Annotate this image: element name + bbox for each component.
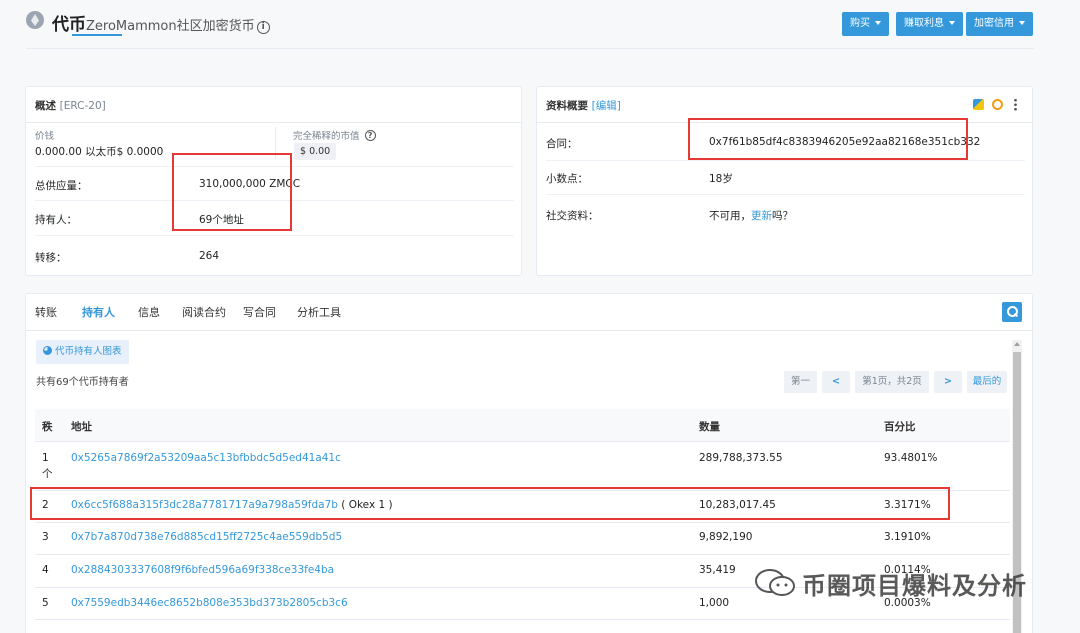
market-cap-value: $ 0.00: [294, 143, 337, 160]
column-quantity: 数量: [699, 421, 720, 433]
header-divider: [26, 48, 1034, 49]
highlight-box-contract: [688, 118, 968, 160]
tab-write-contract[interactable]: 写合同: [243, 304, 276, 320]
tab-holders[interactable]: 持有人: [82, 304, 115, 320]
quantity-cell: 9,892,190: [699, 531, 753, 543]
wechat-logo-icon: [755, 569, 795, 596]
chevron-down-icon: [1019, 21, 1025, 25]
quantity-cell: 1,000: [699, 597, 730, 609]
tabs-divider: [26, 330, 1032, 331]
overview-title: 概述 [ERC-20]: [35, 98, 106, 113]
row-divider: [35, 554, 1010, 555]
pagination-last[interactable]: 最后的: [967, 371, 1007, 393]
holder-address-link[interactable]: 0x5265a7869f2a53209aa5c13bfbbdc5d5ed41a4…: [71, 452, 341, 464]
decimals-label: 小数点：: [546, 173, 588, 185]
transfers-value: 264: [199, 250, 220, 262]
social-profiles-label: 社交资料：: [546, 210, 599, 222]
row-divider: [35, 235, 514, 236]
watermark-text: 币圈项目爆料及分析: [802, 572, 1027, 600]
help-icon[interactable]: ?: [364, 130, 376, 141]
crypto-credit-label: 加密信用: [974, 18, 1014, 29]
holders-chart-button[interactable]: 代币持有人图表: [36, 340, 129, 364]
holders-label: 持有人：: [35, 214, 77, 226]
rank-cell: 3: [42, 531, 49, 543]
holder-address-link[interactable]: 0x2884303337608f9f6bfed596a69f338ce33fe4…: [71, 564, 334, 576]
crypto-credit-button[interactable]: 加密信用: [966, 12, 1033, 36]
tab-transfers[interactable]: 转账: [35, 304, 57, 320]
profile-title-text: 资料概要: [546, 100, 588, 112]
page-header: 代币ZeroMammon社区加密货币 i 购买 赚取利息 加密信用: [0, 0, 1080, 48]
percent-cell: 93.4801%: [884, 452, 938, 464]
info-icon[interactable]: i: [256, 21, 270, 34]
pagination-next[interactable]: >: [934, 371, 962, 393]
decimals-value: 18岁: [709, 173, 733, 185]
ethereum-logo-icon: [26, 11, 44, 29]
buy-button-label: 购买: [850, 18, 870, 29]
chevron-down-icon: [875, 21, 881, 25]
profile-card: 资料概要 [编辑] 合同： 0x7f61b85df4c8383946205e92…: [536, 86, 1033, 276]
page-title-prefix: 代币: [52, 15, 86, 35]
pie-chart-icon: [43, 346, 52, 355]
rank-suffix: 个: [42, 468, 53, 480]
quantity-cell: 35,419: [699, 564, 736, 576]
social-profiles-value: 不可用，更新吗？: [709, 208, 793, 223]
table-header-divider: [35, 441, 1010, 442]
contract-label: 合同：: [546, 138, 578, 150]
total-supply-label: 总供应量：: [35, 180, 88, 192]
earn-interest-button[interactable]: 赚取利息: [896, 12, 963, 36]
transfers-label: 转移：: [35, 252, 67, 264]
tab-analytics[interactable]: 分析工具: [297, 304, 341, 320]
row-divider: [35, 522, 1010, 523]
rank-cell: 4: [42, 564, 49, 576]
row-divider: [35, 619, 1010, 620]
overview-card-header: 概述 [ERC-20]: [26, 87, 521, 123]
column-rank: 秩: [42, 421, 53, 433]
holder-address-link[interactable]: 0x7559edb3446ec8652b808e353bd373b2805cb3…: [71, 597, 348, 609]
social-unavailable-text: 不可用，: [709, 210, 751, 222]
table-header: [35, 409, 1010, 442]
holder-address-link[interactable]: 0x7b7a870d738e76d885cd15ff2725c4ae559db5…: [71, 531, 342, 543]
holders-chart-label: 代币持有人图表: [55, 346, 122, 357]
update-link[interactable]: 更新: [751, 210, 772, 222]
market-cap-label: 完全稀释的市值 ?: [293, 128, 376, 142]
highlight-box-supply-holders: [172, 153, 292, 231]
row-divider: [546, 194, 1025, 195]
page-title: 代币ZeroMammon社区加密货币 i: [52, 10, 270, 35]
percent-cell: 3.1910%: [884, 531, 931, 543]
circle-status-icon[interactable]: [992, 99, 1003, 110]
token-name: ZeroMammon社区加密货币: [86, 19, 255, 34]
erc20-tag: [ERC-20]: [59, 100, 106, 112]
chevron-down-icon: [949, 21, 955, 25]
edit-link[interactable]: [编辑]: [592, 100, 621, 112]
social-suffix-text: 吗？: [772, 210, 793, 222]
scroll-up-icon[interactable]: [1014, 342, 1020, 346]
holders-summary: 共有69个代币持有者: [36, 377, 129, 388]
pagination-current-page: 第1页，共2页: [855, 371, 929, 393]
profile-title: 资料概要 [编辑]: [546, 98, 621, 113]
overview-title-text: 概述: [35, 100, 56, 112]
magic-wand-icon[interactable]: [973, 99, 984, 110]
quantity-cell: 289,788,373.55: [699, 452, 783, 464]
price-label: 价钱: [35, 131, 55, 142]
tab-info[interactable]: 信息: [138, 304, 160, 320]
active-tab-indicator: [72, 34, 122, 36]
more-options-icon[interactable]: [1014, 98, 1017, 111]
rank-cell: 5: [42, 597, 49, 609]
row-divider: [546, 160, 1025, 161]
column-percentage: 百分比: [884, 421, 916, 433]
rank-cell: 1: [42, 452, 49, 464]
pagination-prev[interactable]: <: [822, 371, 850, 393]
pagination-first[interactable]: 第一: [784, 371, 817, 393]
highlight-box-okex-row: [30, 487, 950, 520]
market-cap-label-text: 完全稀释的市值: [293, 131, 360, 142]
earn-interest-label: 赚取利息: [904, 18, 944, 29]
price-value: 0.000.00 以太币$ 0.0000: [35, 146, 164, 158]
buy-button[interactable]: 购买: [842, 12, 889, 36]
column-address: 地址: [71, 421, 92, 433]
search-icon[interactable]: [1002, 302, 1022, 322]
tab-read-contract[interactable]: 阅读合约: [182, 304, 226, 320]
